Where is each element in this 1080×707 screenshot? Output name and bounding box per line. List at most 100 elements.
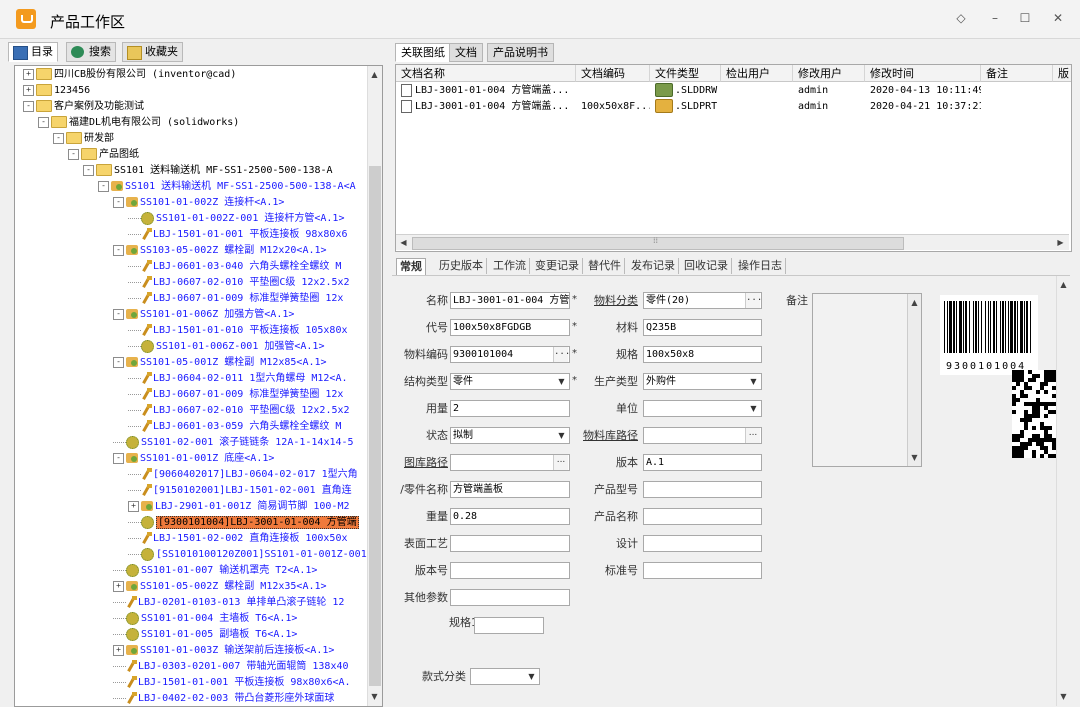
weight-input[interactable]: 0.28 [450,508,570,525]
scroll-down-icon[interactable]: ▼ [908,451,921,464]
tree-node[interactable]: - 研发部 [53,131,114,147]
tree-node[interactable]: - 产品图纸 [68,147,139,163]
restore-icon[interactable]: ◇ [950,8,972,28]
qty-input[interactable]: 2 [450,400,570,417]
tree-node[interactable]: - SS101 送料输送机 MF-SS1-2500-500-138-A [83,163,333,179]
browse-button[interactable]: ... [553,455,568,470]
style-select[interactable]: ▼ [470,668,540,685]
remark-scrollbar[interactable]: ▲ ▼ [907,294,921,466]
spec-input[interactable]: 100x50x8 [643,346,762,363]
tab-favorites[interactable]: 收藏夹 [122,42,183,62]
collapse-icon[interactable]: - [38,116,49,128]
status-select[interactable]: 拟制 ▼ [450,427,570,444]
draw-path-label[interactable]: 图库路径 [392,454,448,471]
col-checkout-user[interactable]: 检出用户 [721,65,793,82]
tree-node[interactable]: LBJ-0601-03-059 六角头螺栓全螺纹 M [128,419,341,435]
tab-search[interactable]: 搜索 [66,42,116,62]
document-grid[interactable]: 文档名称 文档编码 文件类型 检出用户 修改用户 修改时间 备注 版 LBJ-3… [395,64,1072,252]
tree-node[interactable]: - 福建DL机电有限公司 (solidworks) [38,115,239,131]
chevron-down-icon[interactable]: ▼ [525,670,538,683]
collapse-icon[interactable]: - [98,180,109,192]
tree-node[interactable]: [9060402017]LBJ-0604-02-017 1型六角 [128,467,358,483]
tab-publish-log[interactable]: 发布记录 [628,258,679,274]
name-input[interactable]: LBJ-3001-01-004 方管端 [450,292,570,309]
col-doc-name[interactable]: 文档名称 [396,65,576,82]
tree-node[interactable]: SS101-01-006Z-001 加强管<A.1> [128,339,324,355]
tree-node[interactable]: - SS103-05-002Z 螺栓副 M12x20<A.1> [113,243,327,259]
minimize-button[interactable]: – [984,8,1006,28]
scroll-up-icon[interactable]: ▲ [908,296,921,309]
lib-path-input[interactable]: ... [643,427,762,444]
maximize-button[interactable]: ☐ [1014,8,1036,28]
browse-button[interactable]: ... [745,293,761,308]
scroll-up-icon[interactable]: ▲ [368,68,381,81]
col-file-type[interactable]: 文件类型 [650,65,721,82]
tree-node[interactable]: LBJ-0201-0103-013 单排单凸滚子链轮 12 [113,595,344,611]
chevron-down-icon[interactable]: ▼ [555,375,568,388]
collapse-icon[interactable]: - [23,100,34,112]
ver-no-input[interactable] [450,562,570,579]
expand-icon[interactable]: + [113,644,124,656]
material-input[interactable]: Q235B [643,319,762,336]
tree-node[interactable]: - 客户案例及功能测试 [23,99,144,115]
tree-node[interactable]: LBJ-0607-01-009 标准型弹簧垫圈 12x [128,387,343,403]
scroll-right-icon[interactable]: ▶ [1054,236,1067,249]
tree-scrollbar[interactable]: ▲ ▼ [367,66,382,706]
category-input[interactable]: 零件(20)... [643,292,762,309]
struct-type-select[interactable]: 零件 ▼ [450,373,570,390]
tree-node[interactable]: LBJ-0607-01-009 标准型弹簧垫圈 12x [128,291,343,307]
tree-node[interactable]: SS101-01-005 副墙板 T6<A.1> [113,627,297,643]
tree-node[interactable]: - SS101-01-006Z 加强方管<A.1> [113,307,294,323]
tree-node[interactable]: LBJ-1501-01-001 平板连接板 98x80x6<A. [113,675,351,691]
tree-node[interactable]: LBJ-0607-02-010 平垫圈C级 12x2.5x2 [128,275,350,291]
prod-type-select[interactable]: 外购件 ▼ [643,373,762,390]
col-remark[interactable]: 备注 [981,65,1053,82]
collapse-icon[interactable]: - [113,356,124,368]
category-label[interactable]: 物料分类 [584,292,638,309]
tree-node[interactable]: [SS1010100120Z001]SS101-01-001Z-001 [128,547,367,563]
chevron-down-icon[interactable]: ▼ [555,429,568,442]
tree-node[interactable]: +123456 [23,83,90,99]
expand-icon[interactable]: + [113,580,124,592]
tree-scroll-thumb[interactable] [369,166,381,686]
close-button[interactable]: ✕ [1047,8,1069,28]
unit-select[interactable]: ▼ [643,400,762,417]
tree-node[interactable]: + SS101-05-002Z 螺栓副 M12x35<A.1> [113,579,327,595]
expand-icon[interactable]: + [23,84,34,96]
tree-node[interactable]: LBJ-0303-0201-007 带轴光面辊筒 138x40 [113,659,349,675]
tab-product-manual[interactable]: 产品说明书 [487,43,554,62]
prod-name-input[interactable] [643,508,762,525]
grid-scroll-thumb[interactable]: ⁞⁞ [412,236,904,250]
tree-node[interactable]: + 四川CB股份有限公司 (inventor@cad) [23,67,236,83]
tree-node[interactable]: SS101-02-001 滚子链链条 12A-1-14x14-5 [113,435,354,451]
col-modify-user[interactable]: 修改用户 [793,65,865,82]
tree-node[interactable]: + SS101-01-003Z 输送架前后连接板<A.1> [113,643,334,659]
tab-related-drawings[interactable]: 关联图纸 [395,43,451,62]
collapse-icon[interactable]: - [113,308,124,320]
tree-node[interactable]: LBJ-1501-01-010 平板连接板 105x80x [128,323,348,339]
catalog-tree[interactable]: + 四川CB股份有限公司 (inventor@cad) +123456- 客户案例及功… [14,65,383,707]
other-params-input[interactable] [450,589,570,606]
tab-catalog[interactable]: 目录 [8,42,58,62]
part-name-input[interactable]: 方管端盖板 [450,481,570,498]
scroll-left-icon[interactable]: ◀ [397,236,410,249]
prod-model-input[interactable] [643,481,762,498]
tree-node[interactable]: - SS101-01-002Z 连接杆<A.1> [113,195,284,211]
tab-operation-log[interactable]: 操作日志 [735,258,786,274]
tree-node[interactable]: LBJ-0604-02-011 1型六角螺母 M12<A. [128,371,348,387]
design-input[interactable] [643,535,762,552]
std-no-input[interactable] [643,562,762,579]
tree-node[interactable]: [9300101004]LBJ-3001-01-004 方管端 [128,515,359,531]
tab-change-log[interactable]: 变更记录 [532,258,583,274]
tree-node[interactable]: LBJ-1501-02-002 直角连接板 100x50x [128,531,348,547]
tab-general[interactable]: 常规 [396,258,426,276]
collapse-icon[interactable]: - [83,164,94,176]
tab-recycle-log[interactable]: 回收记录 [681,258,732,274]
tree-node[interactable]: - SS101 送料输送机 MF-SS1-2500-500-138-A<A [98,179,356,195]
tree-node[interactable]: SS101-01-002Z-001 连接杆方管<A.1> [128,211,344,227]
expand-icon[interactable]: + [23,68,34,80]
code-input[interactable]: 100x50x8FGDGB [450,319,570,336]
draw-path-input[interactable]: ... [450,454,570,471]
spec1-input[interactable] [474,617,544,634]
tree-node[interactable]: - SS101-01-001Z 底座<A.1> [113,451,274,467]
